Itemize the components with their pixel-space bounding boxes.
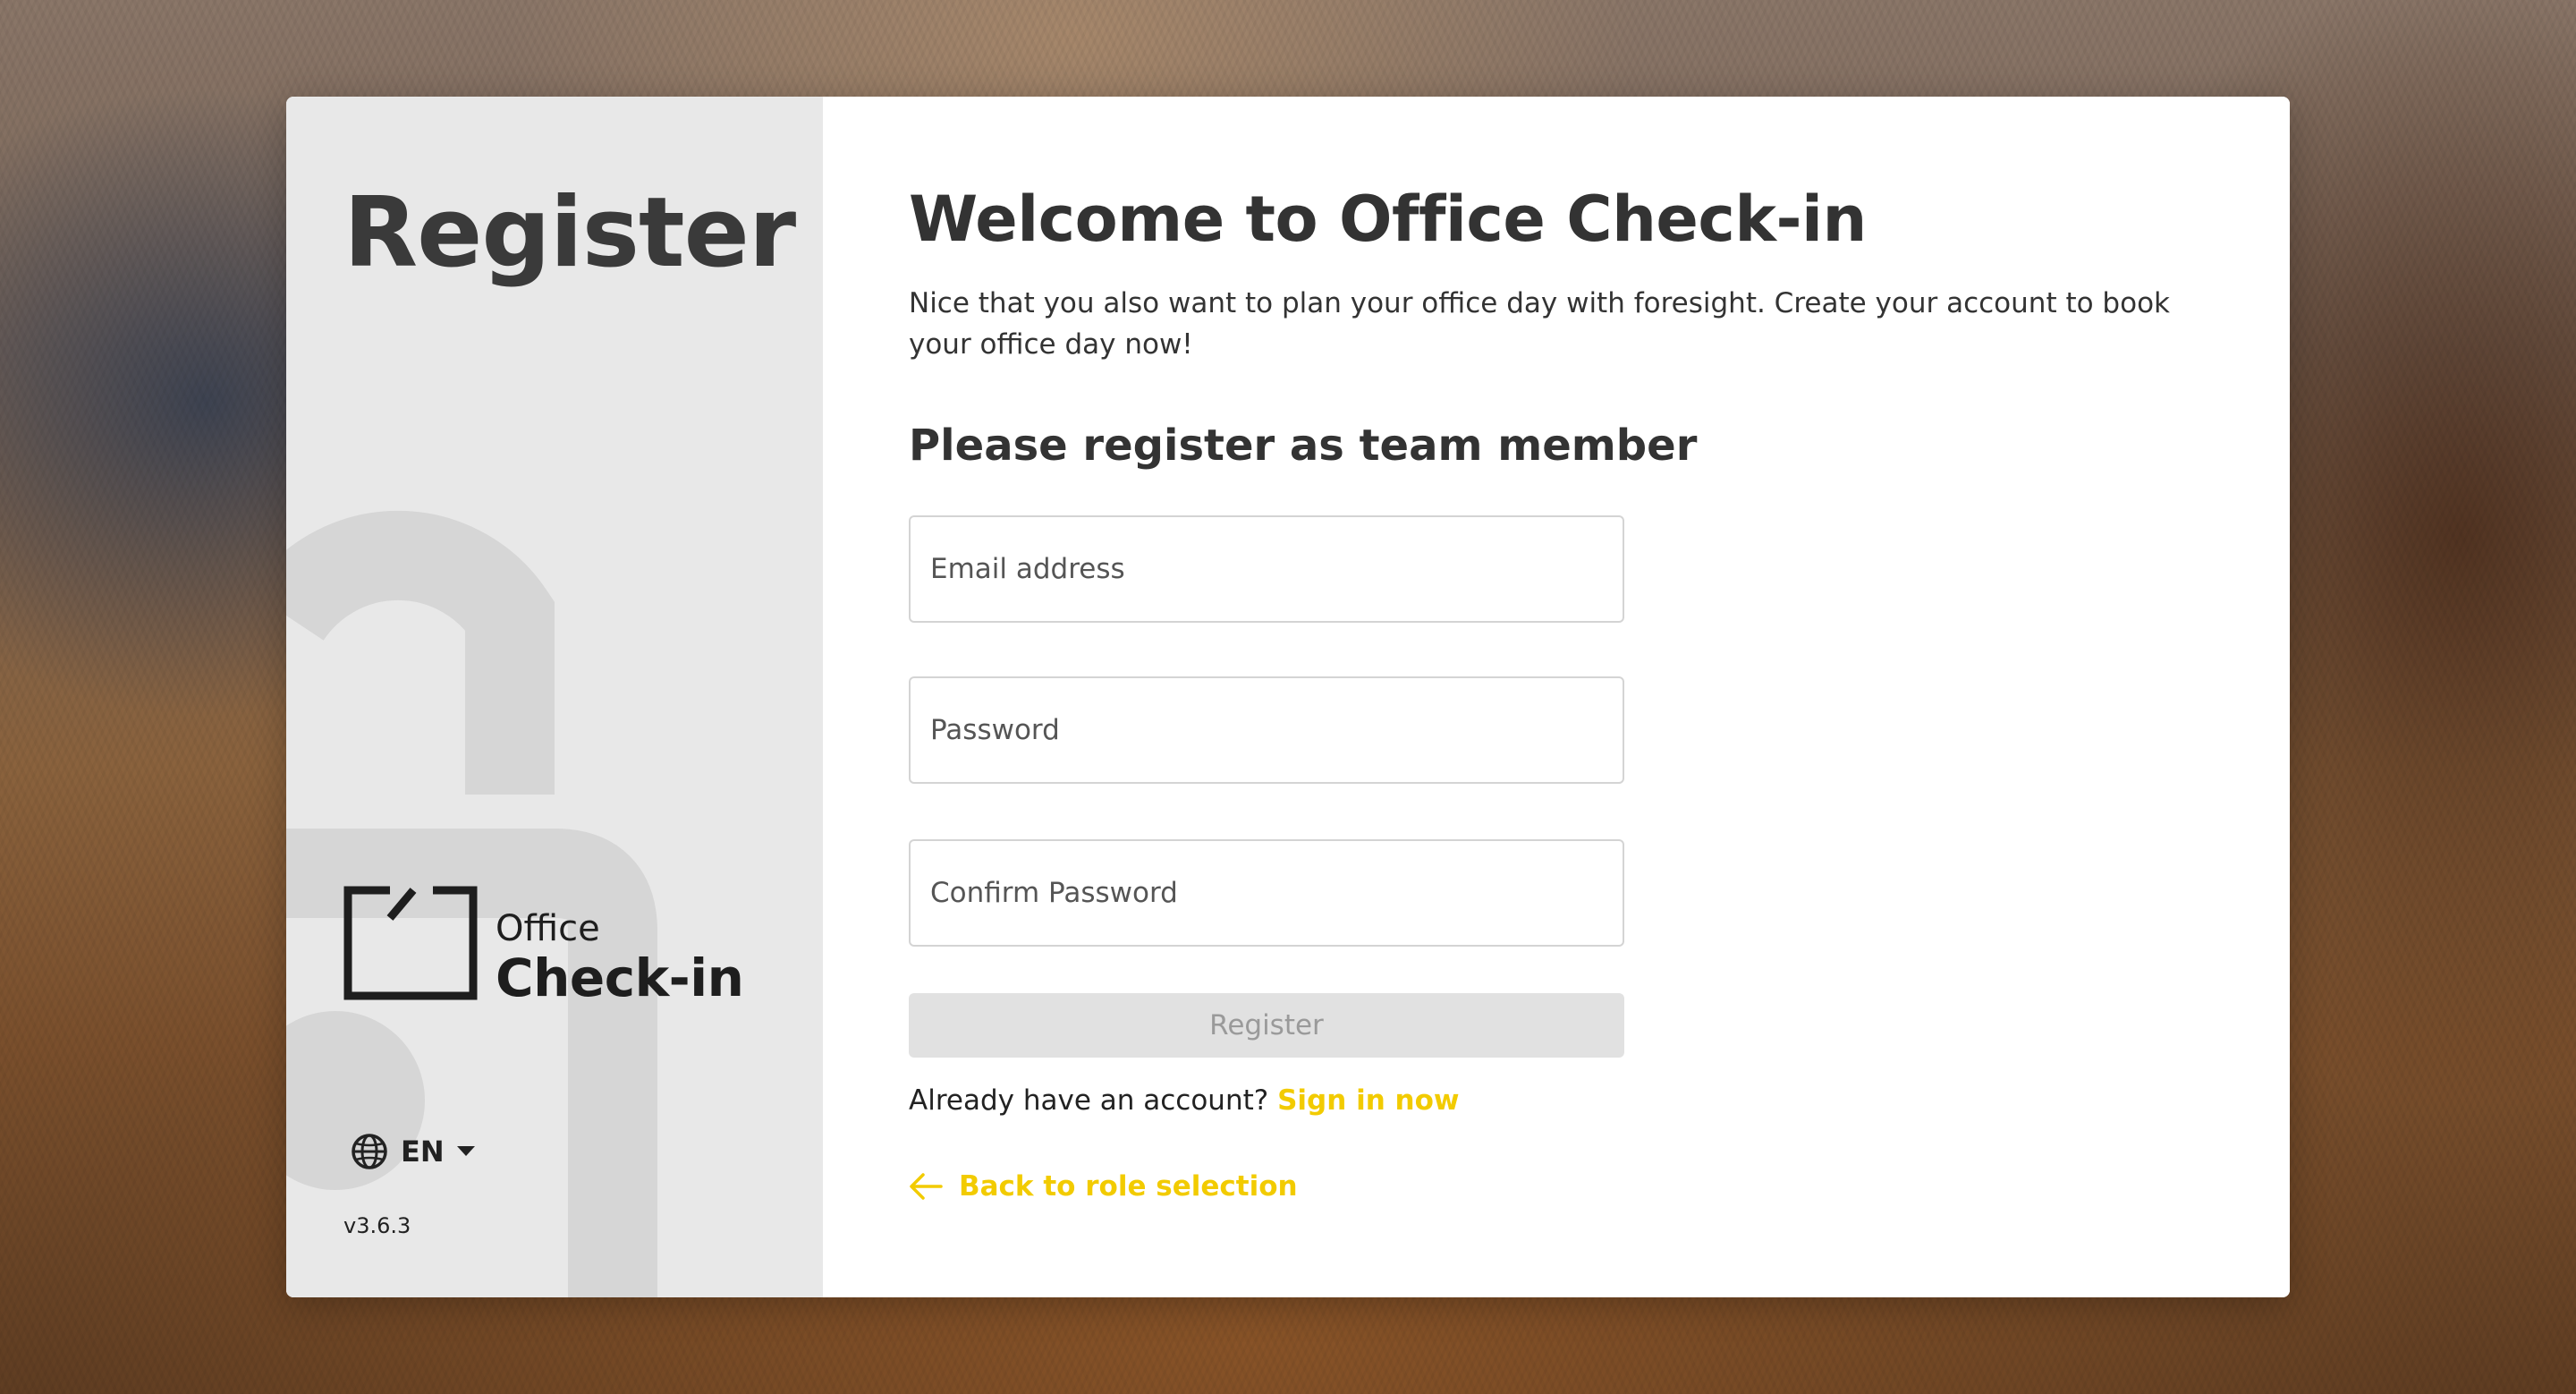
back-to-role-selection-link[interactable]: Back to role selection (909, 1170, 1298, 1203)
logo-mark-icon (343, 886, 478, 1000)
globe-icon (352, 1134, 387, 1169)
arrow-left-icon (910, 1173, 943, 1200)
register-button[interactable]: Register (909, 993, 1624, 1058)
signin-row: Already have an account? Sign in now (909, 1084, 1460, 1117)
register-subheading: Please register as team member (909, 421, 1698, 471)
register-card: Register Office Check-in EN v3.6.3 Welco… (286, 97, 2290, 1297)
signin-prompt: Already have an account? (909, 1084, 1278, 1117)
sidebar-panel: Register Office Check-in EN v3.6.3 (286, 97, 823, 1297)
main-panel: Welcome to Office Check-in Nice that you… (823, 97, 2290, 1297)
password-field[interactable] (909, 676, 1624, 784)
signin-link[interactable]: Sign in now (1277, 1084, 1460, 1117)
version-label: v3.6.3 (343, 1213, 411, 1238)
logo-line-office: Office (496, 908, 600, 949)
email-field[interactable] (909, 515, 1624, 623)
logo-line-checkin: Check-in (496, 948, 744, 1008)
page-title: Register (343, 177, 796, 289)
back-link-label: Back to role selection (959, 1170, 1298, 1203)
welcome-heading: Welcome to Office Check-in (909, 183, 1867, 256)
caret-down-icon (456, 1146, 475, 1156)
language-selector[interactable]: EN (351, 1133, 475, 1170)
office-checkin-logo: Office Check-in (343, 886, 744, 1007)
language-code: EN (401, 1135, 445, 1169)
confirm-password-field[interactable] (909, 839, 1624, 947)
intro-text: Nice that you also want to plan your off… (909, 287, 2170, 361)
